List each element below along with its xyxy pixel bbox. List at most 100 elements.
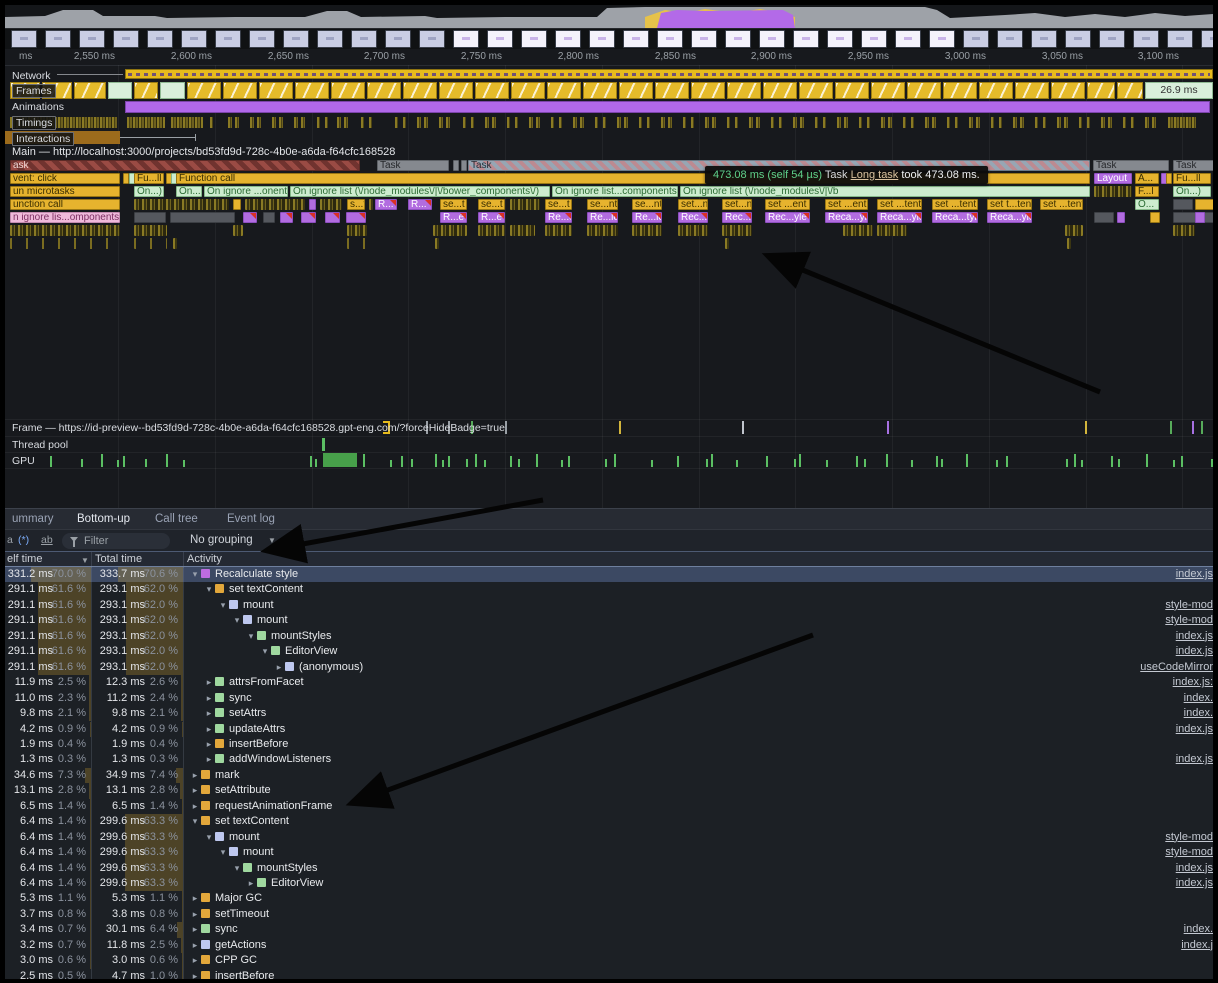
col-activity[interactable]: Activity xyxy=(187,553,222,565)
screenshot-thumb[interactable] xyxy=(1133,30,1159,48)
table-row[interactable]: 6.4 ms1.4 %299.6 ms63.3 %▾mountstyle-mod xyxy=(5,830,1213,845)
frame-segment[interactable] xyxy=(187,82,221,99)
expand-icon[interactable]: ▸ xyxy=(203,752,215,767)
screenshot-thumb[interactable] xyxy=(45,30,71,48)
expand-icon[interactable]: ▸ xyxy=(189,938,201,953)
frame-segment[interactable] xyxy=(403,82,437,99)
col-self-time[interactable]: elf time xyxy=(7,553,42,565)
flame-block[interactable]: Reca...yle xyxy=(825,212,868,223)
frame-segment[interactable] xyxy=(583,82,617,99)
collapse-icon[interactable]: ▾ xyxy=(231,613,243,628)
collapse-icon[interactable]: ▾ xyxy=(203,830,215,845)
expand-icon[interactable]: ▸ xyxy=(189,799,201,814)
collapse-icon[interactable]: ▾ xyxy=(217,845,229,860)
flame-block[interactable] xyxy=(1065,225,1083,236)
source-link[interactable]: style-mod xyxy=(1165,830,1213,845)
screenshot-thumb[interactable] xyxy=(419,30,445,48)
screenshot-thumb[interactable] xyxy=(725,30,751,48)
screenshot-thumb[interactable] xyxy=(861,30,887,48)
screenshot-thumb[interactable] xyxy=(215,30,241,48)
frame-track-label[interactable]: Frame — https://id-preview--bd53fd9d-728… xyxy=(12,422,505,434)
expand-icon[interactable]: ▸ xyxy=(203,691,215,706)
source-link[interactable]: index. xyxy=(1184,691,1213,706)
flame-block[interactable]: se...nt xyxy=(587,199,618,210)
table-row[interactable]: 4.2 ms0.9 %4.2 ms0.9 %▸updateAttrsindex.… xyxy=(5,722,1213,737)
screenshot-thumb[interactable] xyxy=(1167,30,1193,48)
table-row[interactable]: 5.3 ms1.1 %5.3 ms1.1 %▸Major GC xyxy=(5,891,1213,906)
frame-segment[interactable] xyxy=(979,82,1013,99)
flame-block[interactable] xyxy=(280,212,293,223)
source-link[interactable]: index.js xyxy=(1176,752,1213,767)
timings-track[interactable] xyxy=(5,116,1213,129)
screenshot-filmstrip[interactable] xyxy=(5,29,1213,49)
frame-segment[interactable] xyxy=(907,82,941,99)
flame-block[interactable]: set ...tent xyxy=(1040,199,1083,210)
flame-block[interactable] xyxy=(632,225,662,236)
frame-segment[interactable] xyxy=(547,82,581,99)
expand-icon[interactable]: ▸ xyxy=(203,706,215,721)
source-link[interactable]: style-mod xyxy=(1165,598,1213,613)
screenshot-thumb[interactable] xyxy=(385,30,411,48)
source-link[interactable]: index.js xyxy=(1176,629,1213,644)
expand-icon[interactable]: ▸ xyxy=(203,675,215,690)
flame-block[interactable] xyxy=(134,199,229,210)
source-link[interactable]: index.js xyxy=(1176,644,1213,659)
frame-segment[interactable] xyxy=(1117,82,1143,99)
expand-icon[interactable]: ▸ xyxy=(245,876,257,891)
collapse-icon[interactable]: ▾ xyxy=(189,567,201,582)
screenshot-thumb[interactable] xyxy=(589,30,615,48)
expand-icon[interactable]: ▸ xyxy=(189,907,201,922)
table-row[interactable]: 3.4 ms0.7 %30.1 ms6.4 %▸syncindex. xyxy=(5,922,1213,937)
frame-segment[interactable] xyxy=(74,82,106,99)
source-link[interactable]: useCodeMirror xyxy=(1140,660,1213,675)
flame-block[interactable] xyxy=(10,238,120,249)
table-row[interactable]: 13.1 ms2.8 %13.1 ms2.8 %▸setAttribute xyxy=(5,783,1213,798)
frame-segment[interactable] xyxy=(331,82,365,99)
flame-block[interactable] xyxy=(1166,173,1172,184)
table-row[interactable]: 6.4 ms1.4 %299.6 ms63.3 %▾mountStylesind… xyxy=(5,861,1213,876)
source-link[interactable]: index.j xyxy=(1181,938,1213,953)
frame-segment[interactable] xyxy=(439,82,473,99)
flame-block[interactable]: On ignore ...onents\/) xyxy=(204,186,288,197)
table-row[interactable]: 1.9 ms0.4 %1.9 ms0.4 %▸insertBefore xyxy=(5,737,1213,752)
flame-block[interactable]: Task xyxy=(377,160,449,171)
frame-segment[interactable] xyxy=(108,82,132,99)
flame-block[interactable] xyxy=(134,225,167,236)
frame-segment[interactable] xyxy=(475,82,509,99)
screenshot-thumb[interactable] xyxy=(1201,30,1213,48)
flame-block[interactable]: se...nt xyxy=(632,199,662,210)
track-label-interactions[interactable]: Interactions xyxy=(12,132,74,146)
gpu-label[interactable]: GPU xyxy=(12,455,35,467)
source-link[interactable]: index.js xyxy=(1176,567,1213,582)
flame-block[interactable] xyxy=(433,225,467,236)
flame-block[interactable]: Layout xyxy=(1094,173,1132,184)
flame-block[interactable]: Rec...le xyxy=(722,212,752,223)
flame-block[interactable]: On...) xyxy=(176,186,202,197)
flame-block[interactable] xyxy=(725,238,729,249)
source-link[interactable]: index.js xyxy=(1176,876,1213,891)
flame-block[interactable]: Rec...yle xyxy=(765,212,810,223)
table-row[interactable]: 291.1 ms61.6 %293.1 ms62.0 %▾mountstyle-… xyxy=(5,598,1213,613)
flame-block[interactable]: un microtasks xyxy=(10,186,120,197)
frame-segment[interactable] xyxy=(943,82,977,99)
grouping-select[interactable]: No grouping xyxy=(190,534,253,546)
flame-block[interactable] xyxy=(1173,225,1195,236)
frame-segment[interactable] xyxy=(134,82,158,99)
table-row[interactable]: 6.4 ms1.4 %299.6 ms63.3 %▾set textConten… xyxy=(5,814,1213,829)
table-row[interactable]: 11.9 ms2.5 %12.3 ms2.6 %▸attrsFromFaceti… xyxy=(5,675,1213,690)
expand-icon[interactable]: ▸ xyxy=(203,737,215,752)
flame-block[interactable]: R... xyxy=(408,199,432,210)
flame-block[interactable] xyxy=(1173,199,1193,210)
frame-segment[interactable] xyxy=(691,82,725,99)
source-link[interactable]: style-mod xyxy=(1165,613,1213,628)
table-row[interactable]: 291.1 ms61.6 %293.1 ms62.0 %▾EditorViewi… xyxy=(5,644,1213,659)
screenshot-thumb[interactable] xyxy=(623,30,649,48)
source-link[interactable]: style-mod xyxy=(1165,845,1213,860)
flame-block[interactable] xyxy=(263,212,275,223)
screenshot-thumb[interactable] xyxy=(317,30,343,48)
screenshot-thumb[interactable] xyxy=(691,30,717,48)
flame-block[interactable]: set...nt xyxy=(722,199,752,210)
expand-icon[interactable]: ▸ xyxy=(273,660,285,675)
frame-segment[interactable] xyxy=(871,82,905,99)
expand-icon[interactable]: ▸ xyxy=(189,953,201,968)
